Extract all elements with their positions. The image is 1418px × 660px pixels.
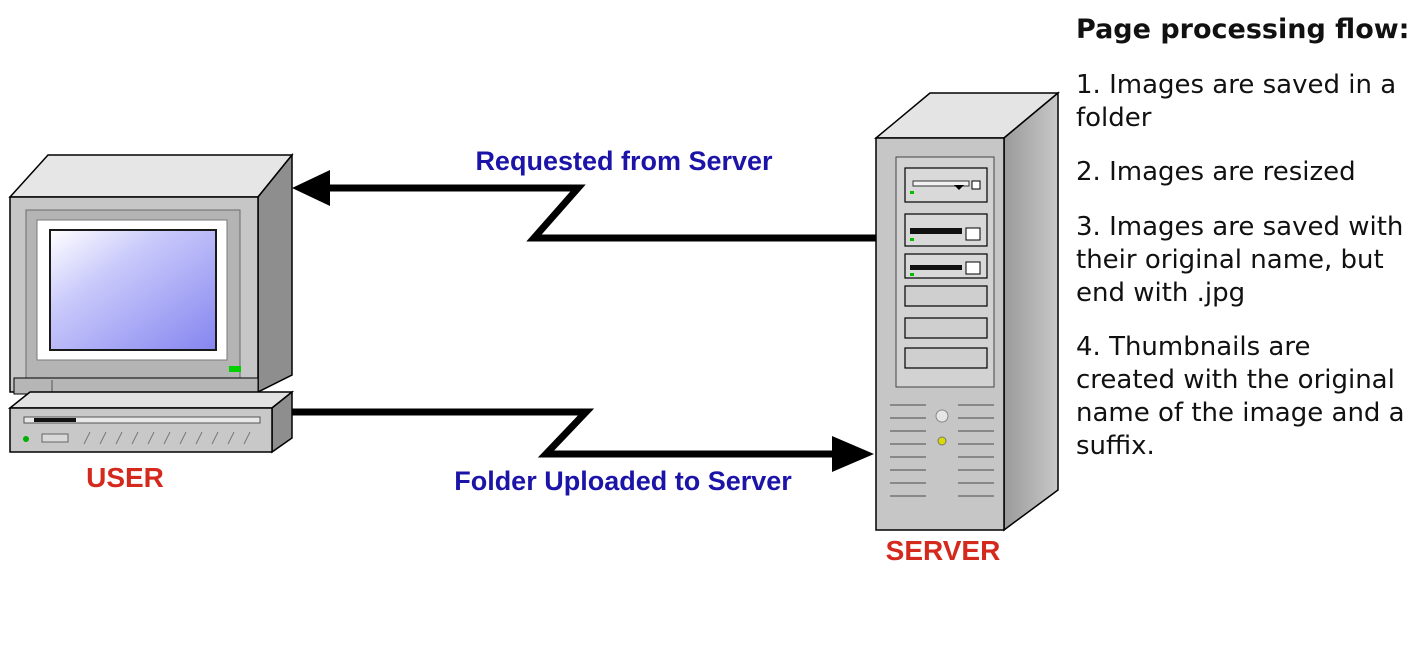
upload-arrow [292,408,874,472]
processing-flow-panel: Page processing flow: 1. Images are save… [1076,14,1414,484]
tower-server-icon [873,91,1060,532]
upload-label: Folder Uploaded to Server [454,466,792,496]
step-item: 1. Images are saved in a folder [1076,69,1397,133]
step-item: 4. Thumbnails are created with the origi… [1076,332,1405,461]
server-label: SERVER [886,535,1001,566]
request-label: Requested from Server [475,146,773,176]
panel-title: Page processing flow: [1076,14,1410,45]
step-item: 2. Images are resized [1076,157,1356,188]
desktop-computer-icon [7,152,295,454]
step-item: 3. Images are saved with their original … [1076,212,1404,308]
steps-list: 1. Images are saved in a folder 2. Image… [1076,69,1414,463]
flow-diagram: Requested from Server Folder Uploaded to… [7,91,1060,566]
user-label: USER [86,462,164,493]
request-arrow [292,170,876,242]
